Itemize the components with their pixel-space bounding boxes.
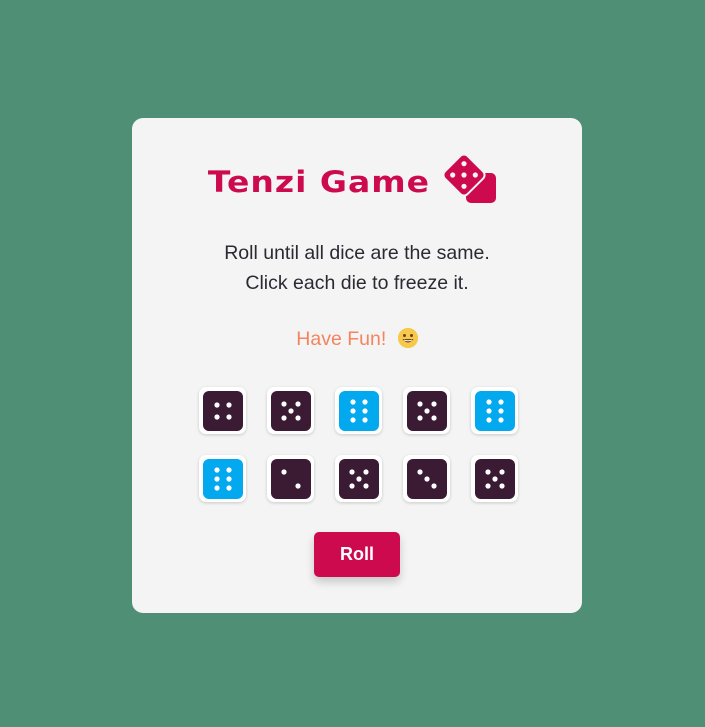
die-pip: [280, 414, 287, 421]
die-pip: [484, 468, 491, 475]
instructions-line-1: Roll until all dice are the same.: [224, 242, 490, 264]
die-pip: [213, 413, 220, 420]
die-1[interactable]: [199, 387, 246, 434]
die-face: [270, 390, 311, 431]
die-face: [202, 458, 243, 499]
die-pip: [225, 401, 232, 408]
die-pip: [485, 407, 492, 414]
roll-button[interactable]: Roll: [314, 532, 400, 577]
die-pip: [294, 482, 301, 489]
die-face: [338, 458, 379, 499]
die-pip: [294, 400, 301, 407]
die-pip: [498, 468, 505, 475]
die-pip: [361, 398, 368, 405]
die-pip: [225, 475, 232, 482]
die-face: [406, 390, 447, 431]
dice-grid: [199, 387, 518, 502]
die-pip: [213, 401, 220, 408]
die-8[interactable]: [335, 455, 382, 502]
die-7[interactable]: [267, 455, 314, 502]
die-face: [338, 390, 379, 431]
die-pip: [355, 475, 362, 482]
instructions: Roll until all dice are the same. Click …: [132, 238, 582, 298]
title-row: Tenzi Game: [132, 151, 582, 211]
die-5[interactable]: [471, 387, 518, 434]
die-pip: [348, 468, 355, 475]
die-pip: [491, 475, 498, 482]
die-pip: [416, 400, 423, 407]
die-face: [270, 458, 311, 499]
die-pip: [213, 484, 220, 491]
die-pip: [416, 414, 423, 421]
die-pip: [349, 398, 356, 405]
die-pip: [287, 407, 294, 414]
die-2[interactable]: [267, 387, 314, 434]
grinning-face-icon: [397, 328, 418, 348]
die-4[interactable]: [403, 387, 450, 434]
die-3[interactable]: [335, 387, 382, 434]
game-card: Tenzi Game Roll until all dice are the s…: [132, 118, 582, 613]
die-pip: [416, 468, 423, 475]
die-pip: [362, 482, 369, 489]
die-pip: [430, 482, 437, 489]
die-pip: [280, 468, 287, 475]
die-pip: [484, 482, 491, 489]
die-pip: [362, 468, 369, 475]
instructions-line-2: Click each die to freeze it.: [245, 272, 469, 294]
die-10[interactable]: [471, 455, 518, 502]
die-pip: [349, 416, 356, 423]
fun-message: Have Fun!: [132, 328, 582, 351]
dice-logo-icon: [442, 153, 497, 203]
game-title: Tenzi Game: [207, 163, 431, 199]
die-pip: [497, 407, 504, 414]
die-pip: [349, 407, 356, 414]
die-pip: [348, 482, 355, 489]
die-6[interactable]: [199, 455, 246, 502]
die-face: [202, 390, 243, 431]
die-pip: [361, 416, 368, 423]
die-pip: [485, 398, 492, 405]
die-pip: [213, 466, 220, 473]
die-pip: [498, 482, 505, 489]
die-pip: [361, 407, 368, 414]
die-pip: [423, 407, 430, 414]
die-pip: [280, 400, 287, 407]
die-pip: [294, 414, 301, 421]
die-pip: [213, 475, 220, 482]
die-pip: [497, 416, 504, 423]
die-pip: [225, 466, 232, 473]
die-9[interactable]: [403, 455, 450, 502]
die-face: [474, 458, 515, 499]
fun-text: Have Fun!: [296, 328, 387, 350]
die-pip: [430, 414, 437, 421]
die-pip: [485, 416, 492, 423]
die-pip: [497, 398, 504, 405]
die-pip: [225, 484, 232, 491]
die-face: [406, 458, 447, 499]
die-pip: [423, 475, 430, 482]
die-pip: [430, 400, 437, 407]
die-pip: [225, 413, 232, 420]
die-face: [474, 390, 515, 431]
